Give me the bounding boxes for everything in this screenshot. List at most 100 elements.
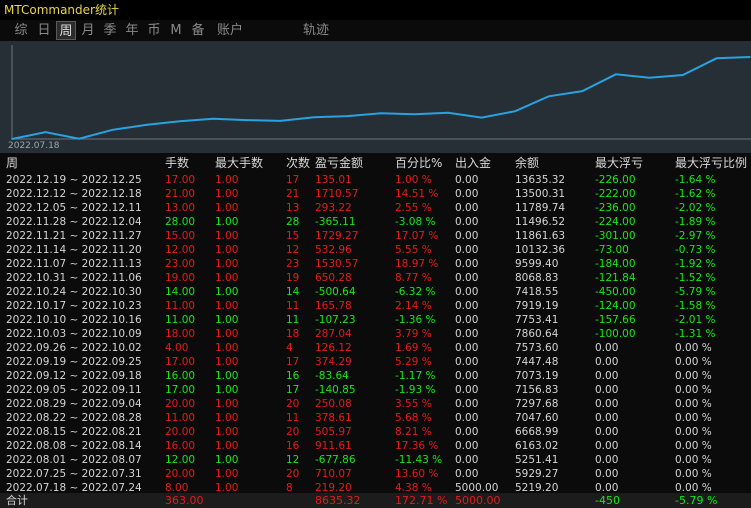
table-row[interactable]: 2022.08.08 ~ 2022.08.14 16.00 1.00 16 911.61…	[0, 439, 751, 453]
column-header-1[interactable]: 手数	[165, 154, 189, 172]
table-row[interactable]: 2022.08.15 ~ 2022.08.21 20.00 1.00 20 505.97…	[0, 425, 751, 439]
balance-point	[145, 124, 147, 126]
tab-2[interactable]: 周	[56, 21, 76, 40]
column-header-0[interactable]: 周	[6, 154, 18, 172]
tab-1[interactable]: 日	[34, 21, 54, 40]
balance-chart-svg	[11, 45, 751, 140]
cell-lots: 23.00	[165, 258, 196, 270]
cell-max-dd-pct: 0.00 %	[675, 384, 712, 396]
table-row[interactable]: 2022.08.01 ~ 2022.08.07 12.00 1.00 12 -677.8…	[0, 453, 751, 467]
cell-lots: 20.00	[165, 426, 196, 438]
cell-max-lots: 1.00	[215, 314, 239, 326]
balance-point	[682, 74, 684, 76]
cell-week: 2022.09.12 ~ 2022.09.18	[6, 370, 142, 382]
table-row[interactable]: 2022.12.05 ~ 2022.12.11 13.00 1.00 13 293.22…	[0, 201, 751, 215]
tab-9[interactable]: 账户	[210, 21, 250, 40]
cell-max-dd: 0.00	[595, 468, 619, 480]
tab-5[interactable]: 年	[122, 21, 142, 40]
cell-max-dd: -121.84	[595, 272, 636, 284]
cell-io: 0.00	[455, 314, 479, 326]
tab-10[interactable]: 轨迹	[296, 21, 336, 40]
column-header-5[interactable]: 百分比%	[395, 154, 442, 172]
cell-pnl: -140.85	[315, 384, 356, 396]
cell-week: 2022.08.08 ~ 2022.08.14	[6, 440, 142, 452]
cell-count: 20	[286, 468, 300, 480]
cell-io: 0.00	[455, 384, 479, 396]
cell-lots: 16.00	[165, 440, 196, 452]
cell-balance: 7047.60	[515, 412, 559, 424]
table-row[interactable]: 2022.09.05 ~ 2022.09.11 17.00 1.00 17 -140.8…	[0, 383, 751, 397]
table-row[interactable]: 2022.10.03 ~ 2022.10.09 18.00 1.00 18 287.04…	[0, 327, 751, 341]
column-header-4[interactable]: 盈亏金额	[315, 154, 363, 172]
cell-pnl: 1729.27	[315, 230, 359, 242]
cell-balance: 10132.36	[515, 244, 566, 256]
totals-io: 5000.00	[455, 494, 501, 507]
cell-pnl: -83.64	[315, 370, 349, 382]
cell-lots: 17.00	[165, 384, 196, 396]
cell-week: 2022.10.10 ~ 2022.10.16	[6, 314, 142, 326]
table-row[interactable]: 2022.10.31 ~ 2022.11.06 19.00 1.00 19 650.28…	[0, 271, 751, 285]
column-header-7[interactable]: 余额	[515, 154, 539, 172]
balance-point	[178, 120, 181, 122]
column-header-2[interactable]: 最大手数	[215, 154, 263, 172]
column-header-9[interactable]: 最大浮亏比例	[675, 154, 747, 172]
cell-count: 14	[286, 286, 300, 298]
column-header-6[interactable]: 出入金	[455, 154, 491, 172]
table-row[interactable]: 2022.09.26 ~ 2022.10.02 4.00 1.00 4 126.12 1.…	[0, 341, 751, 355]
cell-count: 12	[286, 454, 300, 466]
tab-8[interactable]: 备	[188, 21, 208, 40]
tab-7[interactable]: M	[166, 21, 186, 40]
cell-max-lots: 1.00	[215, 412, 239, 424]
cell-io: 0.00	[455, 286, 479, 298]
cell-pct: -1.36 %	[395, 314, 436, 326]
cell-max-dd-pct: -1.31 %	[675, 328, 716, 340]
totals-lots: 363.00	[165, 494, 204, 507]
table-row[interactable]: 2022.09.12 ~ 2022.09.18 16.00 1.00 16 -83.64…	[0, 369, 751, 383]
tab-6[interactable]: 币	[144, 21, 164, 40]
table-row[interactable]: 2022.11.28 ~ 2022.12.04 28.00 1.00 28 -365.1…	[0, 215, 751, 229]
cell-pct: -1.17 %	[395, 370, 436, 382]
cell-io: 0.00	[455, 244, 479, 256]
table-row[interactable]: 2022.12.12 ~ 2022.12.18 21.00 1.00 21 1710.5…	[0, 187, 751, 201]
balance-chart: 2022.07.18	[0, 41, 751, 153]
column-header-8[interactable]: 最大浮亏	[595, 154, 643, 172]
cell-count: 12	[286, 244, 300, 256]
table-row[interactable]: 2022.11.21 ~ 2022.11.27 15.00 1.00 15 1729.2…	[0, 229, 751, 243]
cell-lots: 15.00	[165, 230, 196, 242]
cell-balance: 7297.68	[515, 398, 559, 410]
table-row[interactable]: 2022.10.24 ~ 2022.10.30 14.00 1.00 14 -500.6…	[0, 285, 751, 299]
cell-io: 0.00	[455, 370, 479, 382]
cell-week: 2022.08.01 ~ 2022.08.07	[6, 454, 142, 466]
cell-max-dd-pct: 0.00 %	[675, 370, 712, 382]
table-row[interactable]: 2022.10.10 ~ 2022.10.16 11.00 1.00 11 -107.2…	[0, 313, 751, 327]
period-tabs: 综日周月季年币 M 备账户 轨迹	[0, 20, 751, 41]
table-row[interactable]: 2022.07.25 ~ 2022.07.31 20.00 1.00 20 710.07…	[0, 467, 751, 481]
table-row[interactable]: 2022.08.29 ~ 2022.09.04 20.00 1.00 20 250.08…	[0, 397, 751, 411]
table-row[interactable]: 2022.10.17 ~ 2022.10.23 11.00 1.00 11 165.78…	[0, 299, 751, 313]
cell-count: 19	[286, 272, 300, 284]
cell-lots: 17.00	[165, 174, 196, 186]
cell-count: 15	[286, 230, 300, 242]
cell-week: 2022.08.22 ~ 2022.08.28	[6, 412, 142, 424]
table-row[interactable]: 2022.08.22 ~ 2022.08.28 11.00 1.00 11 378.61…	[0, 411, 751, 425]
cell-balance: 5251.41	[515, 454, 559, 466]
cell-pct: -11.43 %	[395, 454, 443, 466]
tab-3[interactable]: 月	[78, 21, 98, 40]
cell-max-dd: -301.00	[595, 230, 636, 242]
balance-line	[11, 56, 751, 140]
cell-count: 21	[286, 188, 300, 200]
table-row[interactable]: 2022.11.07 ~ 2022.11.13 23.00 1.00 23 1530.5…	[0, 257, 751, 271]
table-row[interactable]: 2022.09.19 ~ 2022.09.25 17.00 1.00 17 374.29…	[0, 355, 751, 369]
cell-balance: 11496.52	[515, 216, 566, 228]
balance-point	[111, 129, 114, 131]
cell-lots: 14.00	[165, 286, 196, 298]
cell-max-dd: -224.00	[595, 216, 636, 228]
table-row[interactable]: 2022.12.19 ~ 2022.12.25 17.00 1.00 17 135.01…	[0, 173, 751, 187]
tab-0[interactable]: 综	[10, 21, 32, 40]
totals-pnl: 8635.32	[315, 494, 361, 507]
column-header-3[interactable]: 次数	[286, 154, 310, 172]
table-row[interactable]: 2022.11.14 ~ 2022.11.20 12.00 1.00 12 532.96…	[0, 243, 751, 257]
tab-4[interactable]: 季	[100, 21, 120, 40]
cell-max-lots: 1.00	[215, 342, 239, 354]
balance-point	[480, 116, 483, 119]
